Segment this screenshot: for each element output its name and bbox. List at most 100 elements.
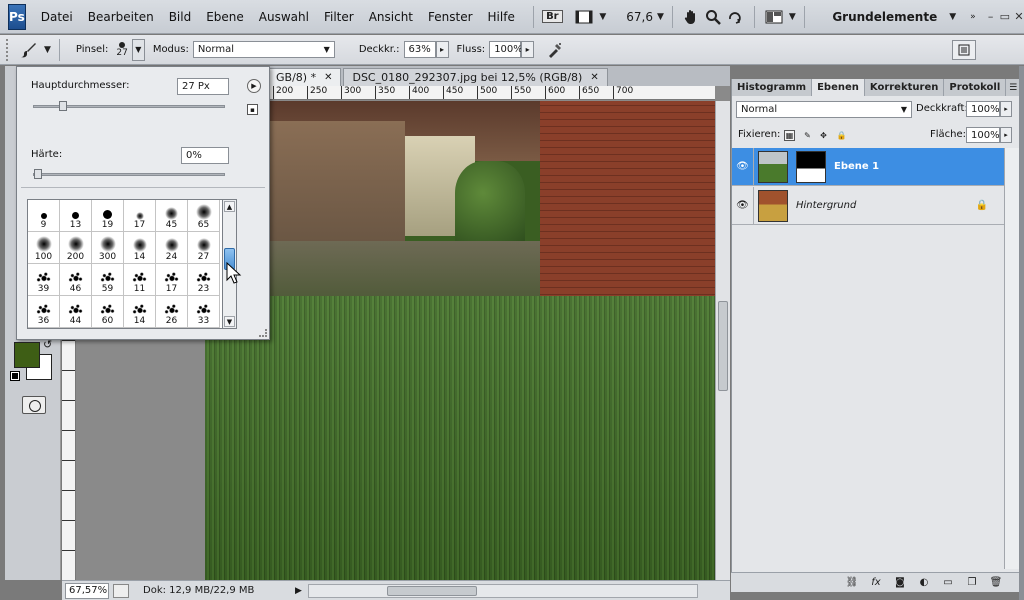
adjustment-layer-icon[interactable]: ◐	[917, 577, 931, 589]
diameter-slider[interactable]	[33, 101, 225, 111]
brush-preset[interactable]: 44	[60, 296, 92, 328]
brush-preset[interactable]: 33	[188, 296, 220, 328]
scroll-up-icon[interactable]: ▲	[224, 201, 235, 212]
layer-row-ebene-1[interactable]: 👁 Ebene 1	[732, 147, 1004, 186]
brush-tool-icon[interactable]	[18, 38, 40, 62]
default-colors-icon[interactable]	[10, 371, 20, 381]
brush-preset[interactable]: 17	[156, 264, 188, 296]
brush-preset[interactable]: 11	[124, 264, 156, 296]
visibility-eye-icon[interactable]: 👁	[732, 147, 754, 186]
workspace-dropdown-icon[interactable]: ▼	[949, 12, 956, 22]
layer-thumbnail[interactable]	[758, 150, 788, 183]
brush-preset[interactable]: 23	[188, 264, 220, 296]
brush-preset[interactable]: 17	[124, 200, 156, 232]
zoom-level[interactable]: 67,6	[626, 10, 653, 24]
tab-histogramm[interactable]: Histogramm	[732, 79, 813, 96]
fill-input[interactable]: 100%	[966, 127, 1000, 143]
slider-knob[interactable]	[59, 101, 67, 111]
layer-style-icon[interactable]: fx	[869, 577, 883, 589]
visibility-eye-icon[interactable]: 👁	[732, 186, 754, 225]
brush-preset[interactable]: 60	[92, 296, 124, 328]
film-icon[interactable]	[573, 5, 595, 29]
status-zoom-input[interactable]: 67,57%	[65, 582, 109, 599]
blend-mode-select[interactable]: Normal ▼	[736, 101, 912, 118]
quick-mask-icon[interactable]	[22, 396, 46, 414]
image-canvas[interactable]	[205, 101, 715, 580]
brush-preset[interactable]: 59	[92, 264, 124, 296]
tool-preset-dropdown-icon[interactable]: ▼	[44, 45, 51, 55]
bridge-button[interactable]: Br	[541, 5, 563, 29]
document-horizontal-scrollbar[interactable]	[307, 583, 698, 598]
brush-picker-button[interactable]: ▼	[131, 38, 145, 61]
status-menu-icon[interactable]: ▶	[295, 586, 302, 596]
slider-knob[interactable]	[34, 169, 42, 179]
brush-preset[interactable]: 27	[188, 232, 220, 264]
layer-opacity-input[interactable]: 100%	[966, 101, 1000, 117]
menu-hilfe[interactable]: Hilfe	[488, 10, 515, 24]
lock-all-icon[interactable]: 🔒	[836, 130, 847, 141]
brush-preset[interactable]: 14	[124, 296, 156, 328]
hardness-slider[interactable]	[33, 169, 225, 179]
scroll-down-icon[interactable]: ▼	[224, 316, 235, 327]
menu-auswahl[interactable]: Auswahl	[259, 10, 309, 24]
layer-opacity-slider-button[interactable]: ▸	[1000, 101, 1012, 117]
scroll-thumb[interactable]	[718, 301, 728, 391]
resize-grip[interactable]	[259, 329, 267, 337]
film-dropdown-icon[interactable]: ▼	[599, 12, 606, 22]
zoom-dropdown-icon[interactable]: ▼	[657, 12, 664, 22]
menu-fenster[interactable]: Fenster	[428, 10, 473, 24]
new-preset-icon[interactable]: ▪	[247, 104, 258, 115]
brush-preset[interactable]: 9	[28, 200, 60, 232]
brush-preset[interactable]: 39	[28, 264, 60, 296]
brush-preset[interactable]: 100	[28, 232, 60, 264]
photoshop-logo[interactable]: Ps	[8, 3, 26, 30]
hardness-input[interactable]: 0%	[181, 147, 229, 164]
magnifier-icon[interactable]	[702, 5, 724, 29]
brush-preset[interactable]: 24	[156, 232, 188, 264]
opacity-input[interactable]: 63%	[403, 41, 436, 58]
foreground-color-front[interactable]	[14, 342, 40, 368]
link-layers-icon[interactable]: ⛓	[845, 577, 859, 589]
close-icon[interactable]: ✕	[1014, 9, 1024, 25]
doc-tab-active[interactable]: GB/8) * ✕	[267, 68, 342, 86]
layer-thumbnail[interactable]	[758, 189, 788, 222]
doc-tab[interactable]: DSC_0180_292307.jpg bei 12,5% (RGB/8) ✕	[343, 68, 608, 86]
mode-select[interactable]: Normal ▼	[192, 41, 335, 58]
fill-slider-button[interactable]: ▸	[1000, 127, 1012, 143]
brush-panel-icon[interactable]	[952, 39, 976, 60]
expand-icon[interactable]: »	[970, 12, 976, 22]
hand-icon[interactable]	[680, 5, 702, 29]
flow-input[interactable]: 100%	[489, 41, 523, 58]
rotate-view-icon[interactable]	[724, 5, 746, 29]
lock-transparency-icon[interactable]: ▦	[784, 130, 795, 141]
brush-preset[interactable]: 13	[60, 200, 92, 232]
brush-preset[interactable]: 45	[156, 200, 188, 232]
flow-slider-button[interactable]: ▸	[521, 41, 535, 58]
menu-ebene[interactable]: Ebene	[206, 10, 244, 24]
close-tab-icon[interactable]: ✕	[590, 72, 598, 83]
airbrush-icon[interactable]	[544, 38, 566, 62]
brush-preset[interactable]: 36	[28, 296, 60, 328]
restore-icon[interactable]: ▭	[1000, 9, 1010, 25]
layer-row-hintergrund[interactable]: 👁 Hintergrund 🔒	[732, 186, 1004, 225]
panel-menu-icon[interactable]: ☰	[1006, 79, 1020, 96]
diameter-input[interactable]: 27 Px	[177, 78, 229, 95]
tab-ebenen[interactable]: Ebenen	[812, 79, 865, 96]
delete-layer-icon[interactable]: 🗑	[989, 577, 1003, 589]
workspace-switcher[interactable]: Grundelemente	[832, 10, 937, 24]
add-mask-icon[interactable]: ◙	[893, 577, 907, 589]
brush-preset[interactable]: 14	[124, 232, 156, 264]
close-tab-icon[interactable]: ✕	[324, 72, 332, 83]
lock-position-icon[interactable]: ✥	[818, 130, 829, 141]
brush-preview[interactable]: 27	[116, 41, 128, 58]
lock-image-icon[interactable]: ✎	[802, 130, 813, 141]
menu-ansicht[interactable]: Ansicht	[369, 10, 413, 24]
brush-preset[interactable]: 26	[156, 296, 188, 328]
brush-preset[interactable]: 65	[188, 200, 220, 232]
tab-korrekturen[interactable]: Korrekturen	[865, 79, 945, 96]
brush-picker-menu-icon[interactable]: ▶	[247, 79, 261, 93]
minimize-icon[interactable]: –	[986, 9, 996, 25]
layers-scrollbar[interactable]	[1004, 148, 1020, 569]
document-vertical-scrollbar[interactable]	[715, 101, 730, 580]
arrange-documents-icon[interactable]	[763, 5, 785, 29]
